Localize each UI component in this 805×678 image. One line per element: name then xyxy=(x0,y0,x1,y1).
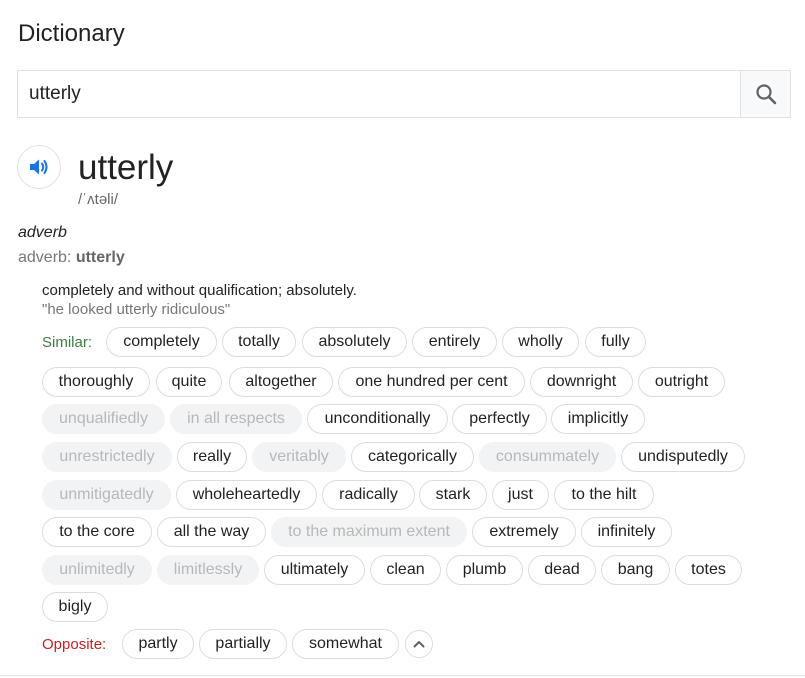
synonym-chip[interactable]: implicitly xyxy=(551,404,645,434)
synonym-chip[interactable]: wholeheartedly xyxy=(176,480,317,510)
synonym-chip[interactable]: totes xyxy=(675,555,742,585)
collapse-synonyms-button[interactable] xyxy=(405,630,433,658)
chevron-up-icon xyxy=(413,641,425,648)
pronunciation-audio-button[interactable] xyxy=(17,145,61,189)
definition: completely and without qualification; ab… xyxy=(42,282,357,299)
antonym-chip[interactable]: partly xyxy=(122,629,194,659)
speaker-icon xyxy=(30,159,48,175)
synonym-chip[interactable]: totally xyxy=(222,327,296,357)
synonym-chip[interactable]: unqualifiedly xyxy=(42,404,165,434)
word-forms-label: adverb: xyxy=(18,249,76,266)
synonym-chip[interactable]: outright xyxy=(638,367,725,397)
synonym-chip[interactable]: to the core xyxy=(42,517,152,547)
synonym-chip[interactable]: just xyxy=(492,480,549,510)
antonym-chip[interactable]: somewhat xyxy=(292,629,399,659)
synonym-chip[interactable]: perfectly xyxy=(452,404,547,434)
synonym-chip[interactable]: really xyxy=(177,442,247,472)
synonym-chip[interactable]: thoroughly xyxy=(42,367,150,397)
synonym-chip[interactable]: dead xyxy=(528,555,596,585)
synonym-chip[interactable]: to the hilt xyxy=(554,480,654,510)
synonym-chip[interactable]: radically xyxy=(322,480,415,510)
antonym-chip[interactable]: partially xyxy=(199,629,287,659)
synonym-chip[interactable]: consummately xyxy=(479,442,616,472)
synonym-chip[interactable]: one hundred per cent xyxy=(338,367,525,397)
synonym-chip[interactable]: unlimitedly xyxy=(42,555,152,585)
synonym-chip[interactable]: unrestrictedly xyxy=(42,442,172,472)
word-forms: adverb: utterly xyxy=(18,249,125,267)
synonym-chip[interactable]: fully xyxy=(585,327,646,357)
synonym-chip[interactable]: to the maximum extent xyxy=(271,517,467,547)
synonym-chip[interactable]: ultimately xyxy=(264,555,365,585)
phonetic-transcription: /ˈʌtəli/ xyxy=(78,191,119,208)
synonym-chip[interactable]: veritably xyxy=(252,442,346,472)
synonym-chip[interactable]: in all respects xyxy=(170,404,302,434)
synonym-chip[interactable]: altogether xyxy=(229,367,333,397)
synonym-chip[interactable]: undisputedly xyxy=(621,442,745,472)
similar-label: Similar: xyxy=(42,334,93,351)
synonym-chip[interactable]: entirely xyxy=(412,327,497,357)
synonym-chip[interactable]: unmitigatedly xyxy=(42,480,171,510)
divider xyxy=(0,675,805,676)
part-of-speech: adverb xyxy=(18,224,67,241)
synonym-chip[interactable]: quite xyxy=(156,367,222,397)
opposite-label: Opposite: xyxy=(42,636,107,653)
synonym-chip[interactable]: absolutely xyxy=(302,327,407,357)
search-button[interactable] xyxy=(740,71,790,117)
synonym-chip[interactable]: unconditionally xyxy=(307,404,448,434)
synonym-chip[interactable]: all the way xyxy=(157,517,266,547)
search-icon xyxy=(755,84,776,105)
synonym-chip[interactable]: infinitely xyxy=(581,517,672,547)
synonym-chip[interactable]: stark xyxy=(419,480,487,510)
synonym-chip[interactable]: completely xyxy=(106,327,217,357)
search-input[interactable] xyxy=(18,71,740,117)
synonym-chip[interactable]: bigly xyxy=(42,592,108,622)
search-box xyxy=(17,70,791,118)
example-sentence: "he looked utterly ridiculous" xyxy=(42,301,231,318)
synonym-chip[interactable]: wholly xyxy=(502,327,579,357)
synonym-chip[interactable]: bang xyxy=(601,555,670,585)
synonym-chip[interactable]: clean xyxy=(370,555,441,585)
synonym-chip[interactable]: extremely xyxy=(472,517,576,547)
synonym-chip[interactable]: plumb xyxy=(446,555,523,585)
word-forms-value: utterly xyxy=(75,249,125,266)
synonym-chip[interactable]: limitlessly xyxy=(157,555,259,585)
headword: utterly xyxy=(78,148,174,187)
synonym-chip[interactable]: categorically xyxy=(351,442,474,472)
synonym-chip[interactable]: downright xyxy=(530,367,633,397)
page-title: Dictionary xyxy=(18,20,125,47)
